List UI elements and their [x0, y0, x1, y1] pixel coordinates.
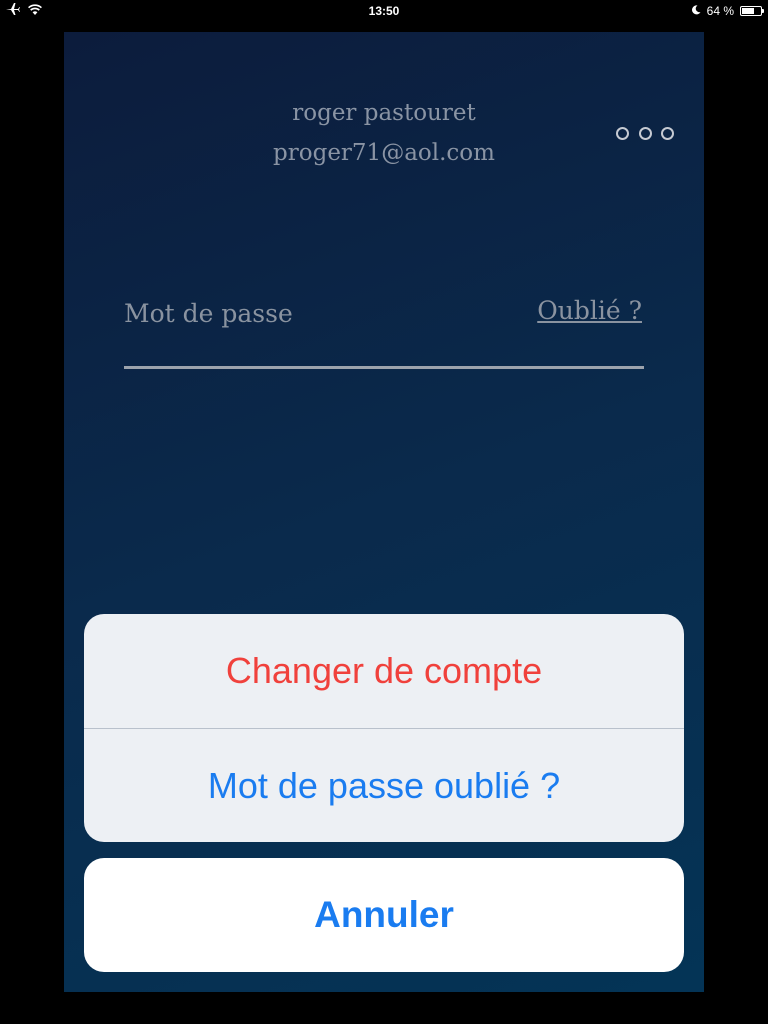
battery-icon	[740, 6, 764, 16]
forgot-password-link[interactable]: Oublié ?	[537, 296, 642, 325]
password-input[interactable]	[124, 290, 504, 336]
switch-account-button[interactable]: Changer de compte	[84, 614, 684, 728]
status-right: 64 %	[691, 4, 764, 18]
moon-icon	[691, 4, 701, 18]
dot-icon	[661, 126, 674, 140]
password-field: Oublié ?	[124, 290, 644, 369]
battery-percent: 64 %	[706, 4, 734, 18]
account-email: proger71@aol.com	[273, 140, 495, 166]
login-screen: roger pastouret proger71@aol.com Oublié …	[64, 32, 704, 992]
status-bar: 13:50 64 %	[0, 0, 768, 22]
dot-icon	[616, 126, 629, 140]
more-options-icon[interactable]	[616, 122, 674, 144]
action-sheet: Changer de compte Mot de passe oublié ?	[84, 614, 684, 842]
forgot-password-button[interactable]: Mot de passe oublié ?	[84, 729, 684, 842]
battery-level	[742, 8, 754, 14]
cancel-button[interactable]: Annuler	[84, 858, 684, 972]
account-name: roger pastouret	[292, 100, 476, 126]
status-time: 13:50	[368, 4, 400, 18]
dot-icon	[638, 126, 652, 140]
